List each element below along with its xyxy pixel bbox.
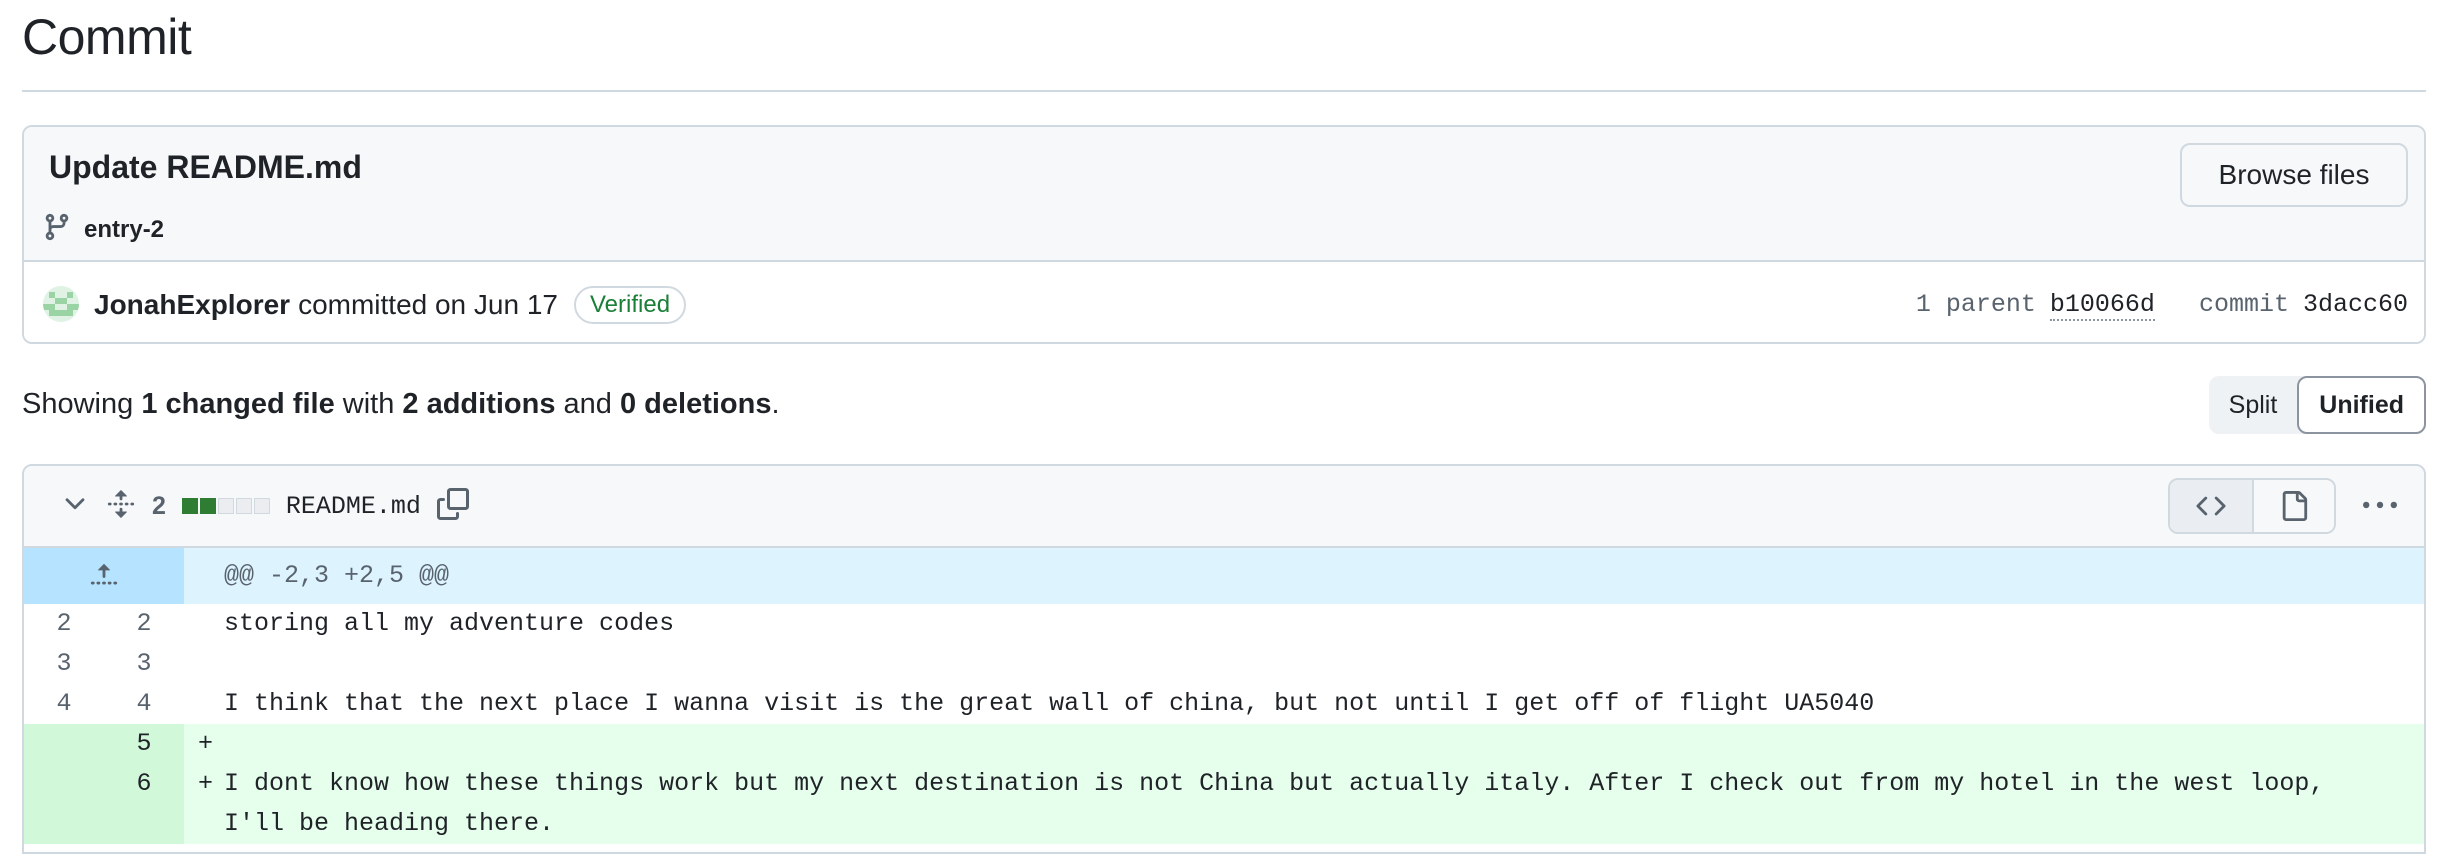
author-line: JonahExplorer committed on Jun 17 Verifi… (94, 286, 687, 324)
diffstat-square (217, 498, 234, 514)
commit-sha: 3dacc60 (2302, 290, 2408, 319)
split-view-button[interactable]: Split (2209, 376, 2298, 434)
view-toggle: Split Unified (2208, 376, 2426, 434)
branch-link[interactable]: entry-2 (84, 216, 164, 244)
commit-header: Update README.md entry-2 Browse files (24, 127, 2424, 262)
parent-label: 1 parent (1915, 290, 2036, 319)
commit-box: Update README.md entry-2 Browse files Jo… (22, 125, 2426, 344)
diff-line-context: 33 (24, 644, 2424, 684)
diff-line-context: 44 I think that the next place I wanna vi… (24, 684, 2424, 724)
expand-up-icon[interactable] (24, 548, 184, 604)
summary-and: and (563, 388, 612, 420)
diff-summary: Showing 1 changed file with 2 additions … (22, 388, 780, 421)
old-line-number[interactable] (24, 724, 104, 764)
avatar[interactable] (43, 286, 79, 322)
diff-body: @@ -2,3 +2,5 @@ 2 2 storing all my adventu… (24, 548, 2424, 844)
code-line: + I dont know how these things work but m… (184, 764, 2424, 844)
code-line: I think that the next place I wanna visi… (184, 684, 2424, 724)
hunk-row: @@ -2,3 +2,5 @@ (24, 548, 2424, 604)
unified-view-button[interactable]: Unified (2297, 376, 2426, 434)
diffstat-square (199, 498, 216, 514)
committed-date: committed on Jun 17 (298, 289, 558, 320)
addition-marker: + (198, 769, 214, 798)
diff-line-context: 2 2 storing all my adventure codes (24, 604, 2424, 644)
diffstat-bar (181, 498, 270, 514)
new-line-number[interactable]: 6 (104, 764, 184, 844)
old-line-number[interactable]: 3 (24, 644, 104, 684)
browse-files-button[interactable]: Browse files (2180, 143, 2408, 207)
diff-line-added: 6 + I dont know how these things work but … (24, 764, 2424, 844)
code-text: I think that the next place I wanna visi… (224, 689, 1875, 718)
author-link[interactable]: JonahExplorer (94, 289, 290, 321)
title-divider (22, 90, 2426, 92)
copy-icon[interactable] (436, 487, 469, 525)
change-count: 2 (152, 491, 166, 520)
commit-meta: JonahExplorer committed on Jun 17 Verifi… (24, 264, 2424, 342)
parent-sha-link[interactable]: b10066d (2049, 290, 2155, 321)
file-header: 2 README.md (24, 466, 2424, 548)
new-line-number[interactable]: 4 (104, 684, 184, 724)
code-icon[interactable] (2170, 480, 2252, 532)
commit-ids: 1 parent b10066d commit 3dacc60 (1916, 290, 2408, 321)
diffstat-square (181, 498, 198, 514)
new-line-number[interactable]: 2 (104, 604, 184, 644)
diffstat-square (235, 498, 252, 514)
diff-line-added: 5 + (24, 724, 2424, 764)
file-diff: 2 README.md @@ -2,3 +2,5 @@ 2 2 storing … (22, 464, 2426, 854)
commit-message: Update README.md (49, 149, 362, 185)
diffstat-square (253, 498, 270, 514)
kebab-horizontal-icon[interactable] (2352, 478, 2408, 534)
branch-row: entry-2 (42, 211, 164, 248)
file-name[interactable]: README.md (286, 492, 421, 521)
code-line: storing all my adventure codes (184, 604, 2424, 644)
view-mode-group (2168, 478, 2336, 534)
unfold-icon[interactable] (106, 489, 136, 524)
addition-marker: + (198, 729, 214, 758)
old-line-number[interactable] (24, 764, 104, 844)
chevron-down-icon[interactable] (60, 489, 90, 524)
new-line-number[interactable]: 5 (104, 724, 184, 764)
git-branch-icon (42, 211, 72, 248)
summary-files: 1 changed file (141, 388, 335, 420)
summary-deletions: 0 deletions (620, 388, 772, 420)
new-line-number[interactable]: 3 (104, 644, 184, 684)
summary-additions: 2 additions (402, 388, 556, 420)
old-line-number[interactable]: 2 (24, 604, 104, 644)
summary-prefix: Showing (22, 388, 134, 420)
code-text: storing all my adventure codes (224, 609, 675, 638)
verified-badge[interactable]: Verified (573, 286, 687, 324)
code-text: I dont know how these things work but my… (224, 769, 2340, 838)
old-line-number[interactable]: 4 (24, 684, 104, 724)
summary-with: with (342, 388, 395, 420)
file-icon[interactable] (2252, 480, 2334, 532)
hunk-header: @@ -2,3 +2,5 @@ (184, 548, 2424, 604)
page-title: Commit (22, 9, 192, 65)
commit-label: commit (2198, 290, 2289, 319)
code-line: + (184, 724, 2424, 764)
summary-period: . (771, 388, 780, 420)
